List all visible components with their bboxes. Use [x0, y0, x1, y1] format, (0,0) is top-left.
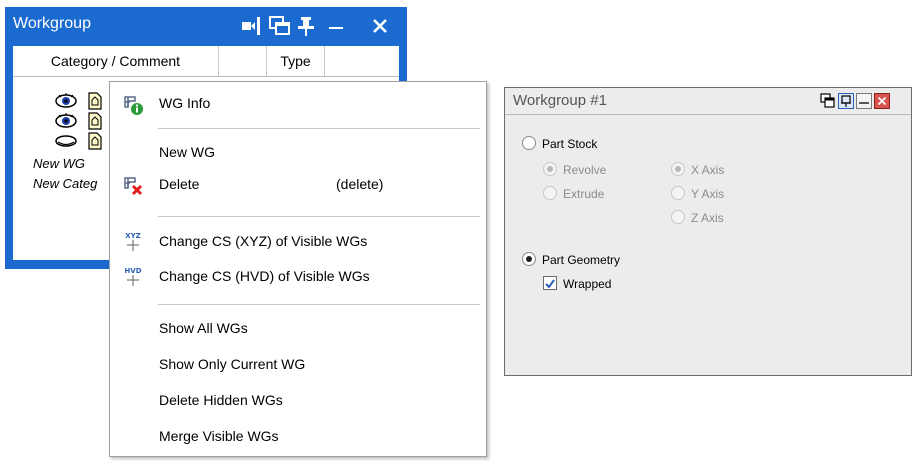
document-icon [87, 111, 103, 131]
menu-item-new-wg[interactable]: New WG [110, 136, 486, 168]
menu-item-change-cs-hvd[interactable]: HVD Change CS (HVD) of Visible WGs [110, 260, 486, 292]
menu-separator [158, 128, 480, 129]
radio-button[interactable] [543, 162, 557, 176]
menu-item-label: Delete [159, 176, 200, 192]
xyz-icon-text: XYZ [125, 232, 141, 240]
extrude-label: Extrude [563, 187, 605, 201]
workgroup-1-window: Workgroup #1 Part Stock Revolve Extrude … [504, 87, 912, 376]
document-icon [87, 91, 103, 111]
radio-button[interactable] [522, 252, 536, 266]
minimize-icon[interactable] [856, 93, 872, 109]
column-header-type[interactable]: Type [267, 46, 325, 76]
menu-item-label: Show Only Current WG [159, 356, 306, 372]
checkmark-icon [545, 279, 555, 289]
radio-button[interactable] [522, 136, 536, 150]
z-axis-label: Z Axis [691, 211, 724, 225]
column-header-blank[interactable] [219, 46, 267, 76]
wg-info-icon [122, 94, 143, 115]
workgroup-1-body: Part Stock Revolve Extrude X Axis Y Axis… [505, 115, 911, 375]
workgroup-1-title: Workgroup #1 [513, 92, 607, 109]
windows-icon[interactable] [269, 16, 291, 40]
hvd-icon: HVD [122, 265, 142, 286]
xyz-icon: XYZ [122, 230, 142, 251]
menu-item-label: Show All WGs [159, 320, 248, 336]
menu-item-label: Delete Hidden WGs [159, 392, 283, 408]
pin-icon[interactable] [297, 16, 315, 40]
menu-item-change-cs-xyz[interactable]: XYZ Change CS (XYZ) of Visible WGs [110, 225, 486, 257]
menu-item-label: Merge Visible WGs [159, 428, 279, 444]
menu-item-label: Change CS (HVD) of Visible WGs [159, 268, 370, 284]
menu-item-delete-hidden-wgs[interactable]: Delete Hidden WGs [110, 384, 486, 416]
tree-item-new-category[interactable]: New Categ [33, 176, 97, 196]
radio-button[interactable] [671, 162, 685, 176]
wrapped-label: Wrapped [563, 277, 612, 291]
context-menu: WG Info New WG Delete (delete) XYZ Chang… [109, 81, 487, 457]
delete-icon [122, 175, 143, 196]
tree-item-new-wg[interactable]: New WG [33, 156, 85, 176]
part-stock-label: Part Stock [542, 137, 598, 151]
close-icon[interactable] [371, 16, 389, 40]
y-axis-label: Y Axis [691, 187, 725, 201]
checkbox[interactable] [543, 276, 557, 290]
x-axis-label: X Axis [691, 163, 725, 177]
minimize-icon[interactable] [327, 16, 345, 40]
menu-item-wg-info[interactable]: WG Info [110, 87, 486, 119]
document-icon [87, 131, 103, 151]
menu-item-show-all-wgs[interactable]: Show All WGs [110, 312, 486, 344]
radio-button[interactable] [671, 186, 685, 200]
close-icon[interactable] [874, 93, 890, 109]
part-geometry-label: Part Geometry [542, 253, 621, 267]
menu-item-show-only-current-wg[interactable]: Show Only Current WG [110, 348, 486, 380]
pin-icon[interactable] [838, 93, 854, 109]
radio-button[interactable] [543, 186, 557, 200]
menu-item-label: WG Info [159, 95, 211, 111]
menu-item-merge-visible-wgs[interactable]: Merge Visible WGs [110, 420, 486, 452]
radio-button[interactable] [671, 210, 685, 224]
tree-header: Category / Comment Type [13, 46, 399, 77]
menu-separator [158, 216, 480, 217]
workgroup-title: Workgroup [13, 15, 91, 32]
revolve-label: Revolve [563, 163, 607, 177]
workgroup-1-titlebar[interactable]: Workgroup #1 [505, 88, 911, 115]
menu-item-label: New WG [159, 144, 215, 160]
menu-item-shortcut: (delete) [336, 176, 384, 192]
windows-icon[interactable] [820, 93, 836, 109]
hvd-icon-text: HVD [124, 267, 141, 275]
workgroup-titlebar[interactable]: Workgroup [5, 7, 407, 45]
column-header-category[interactable]: Category / Comment [13, 46, 219, 76]
menu-item-label: Change CS (XYZ) of Visible WGs [159, 233, 368, 249]
menu-separator [158, 304, 480, 305]
menu-item-delete[interactable]: Delete (delete) [110, 168, 486, 200]
dock-icon[interactable] [241, 16, 263, 40]
